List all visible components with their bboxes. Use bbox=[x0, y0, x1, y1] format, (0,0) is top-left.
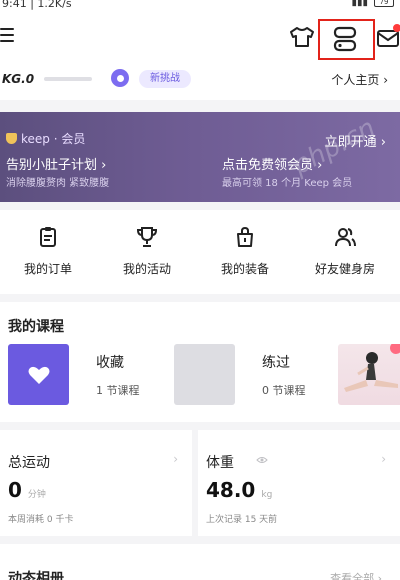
favorites-label[interactable]: 收藏 bbox=[96, 352, 124, 372]
view-all-link[interactable]: 查看全部 › bbox=[330, 570, 382, 580]
status-bar: 9:41 | 1.2K/s ▮▮▮ 79 bbox=[0, 0, 400, 16]
total-minutes: 0 bbox=[8, 478, 22, 502]
yoga-pose-image bbox=[344, 344, 400, 392]
course-photo[interactable] bbox=[338, 344, 400, 405]
profile-page: 9:41 | 1.2K/s ▮▮▮ 79 KG.0 新挑战 个人主页 › kee… bbox=[0, 0, 400, 580]
header: KG.0 新挑战 个人主页 › bbox=[0, 16, 400, 100]
practiced-label[interactable]: 练过 bbox=[262, 352, 290, 372]
stat-value: 0 分钟 bbox=[8, 478, 46, 502]
action-label: 好友健身房 bbox=[314, 262, 375, 276]
action-label: 我的装备 bbox=[220, 262, 269, 276]
keep-brand-label: keep · 会员 bbox=[21, 132, 86, 146]
kg-level: KG.0 bbox=[2, 72, 35, 86]
favorites-count: 1 节课程 bbox=[96, 384, 140, 397]
heart-icon bbox=[28, 366, 49, 384]
my-courses-section: 我的课程 收藏 1 节课程 练过 0 节课程 bbox=[0, 302, 400, 422]
practiced-count: 0 节课程 bbox=[262, 384, 306, 397]
section-title: 动态相册 bbox=[8, 571, 64, 580]
stat-value: 48.0 kg bbox=[206, 478, 272, 502]
weight-value: 48.0 bbox=[206, 478, 256, 502]
action-label: 我的活动 bbox=[122, 262, 171, 276]
kg-progress-bar bbox=[44, 77, 92, 81]
stat-subtext: 本周消耗 0 千卡 bbox=[8, 515, 74, 525]
keep-member-logo: keep · 会员 bbox=[6, 130, 85, 147]
order-icon bbox=[40, 227, 56, 247]
action-label: 我的订单 bbox=[23, 262, 72, 276]
stats-section: 总运动 › 0 分钟 本周消耗 0 千卡 体重 › 48.0 kg 上次记录 15 … bbox=[0, 430, 400, 536]
bag-icon bbox=[237, 226, 253, 247]
card-switch-icon[interactable] bbox=[333, 26, 357, 52]
belly-plan-link[interactable]: 告别小肚子计划 › bbox=[6, 154, 106, 173]
weight-card[interactable]: 体重 › 48.0 kg 上次记录 15 天前 bbox=[198, 430, 400, 536]
trophy-icon bbox=[136, 227, 158, 247]
section-title: 我的课程 bbox=[8, 319, 64, 335]
stat-unit: kg bbox=[261, 490, 273, 500]
chevron-right-icon: › bbox=[173, 452, 178, 466]
belly-plan-desc: 消除腰腹赘肉 紧致腰腹 bbox=[6, 178, 110, 189]
friends-gym-button[interactable]: 好友健身房 bbox=[305, 226, 385, 277]
stat-unit: 分钟 bbox=[27, 490, 46, 500]
my-equipment-button[interactable]: 我的装备 bbox=[205, 226, 285, 277]
chevron-right-icon: › bbox=[381, 452, 386, 466]
my-activities-button[interactable]: 我的活动 bbox=[107, 226, 187, 277]
menu-icon[interactable] bbox=[0, 28, 14, 44]
quick-actions: 我的订单 我的活动 我的装备 好友健身房 bbox=[0, 210, 400, 294]
favorites-thumbnail[interactable] bbox=[8, 344, 69, 405]
shirt-icon[interactable] bbox=[289, 26, 315, 48]
status-time: 9:41 | 1.2K/s bbox=[2, 0, 72, 10]
stat-title: 总运动 bbox=[8, 455, 50, 471]
level-badge-icon[interactable] bbox=[111, 69, 129, 87]
moments-album-section: 动态相册 查看全部 › bbox=[0, 544, 400, 580]
free-membership-desc: 最高可领 18 个月 Keep 会员 bbox=[222, 178, 353, 189]
challenge-chip[interactable]: 新挑战 bbox=[139, 70, 191, 88]
my-orders-button[interactable]: 我的订单 bbox=[8, 226, 88, 277]
profile-link[interactable]: 个人主页 › bbox=[331, 71, 388, 88]
notification-dot bbox=[393, 24, 400, 32]
signal-icon: ▮▮▮ bbox=[351, 0, 368, 8]
practiced-thumbnail[interactable] bbox=[174, 344, 235, 405]
stat-subtext: 上次记录 15 天前 bbox=[206, 515, 278, 525]
friends-icon bbox=[335, 228, 356, 247]
stat-title: 体重 bbox=[206, 455, 234, 471]
total-exercise-card[interactable]: 总运动 › 0 分钟 本周消耗 0 千卡 bbox=[0, 430, 192, 536]
status-icons: ▮▮▮ 79 bbox=[351, 0, 394, 8]
eye-icon[interactable] bbox=[256, 456, 268, 464]
keep-shield-icon bbox=[6, 133, 17, 144]
member-banner[interactable]: keep · 会员 立即开通 › 告别小肚子计划 › 消除腰腹赘肉 紧致腰腹 点… bbox=[0, 112, 400, 202]
battery-icon: 79 bbox=[374, 0, 394, 7]
